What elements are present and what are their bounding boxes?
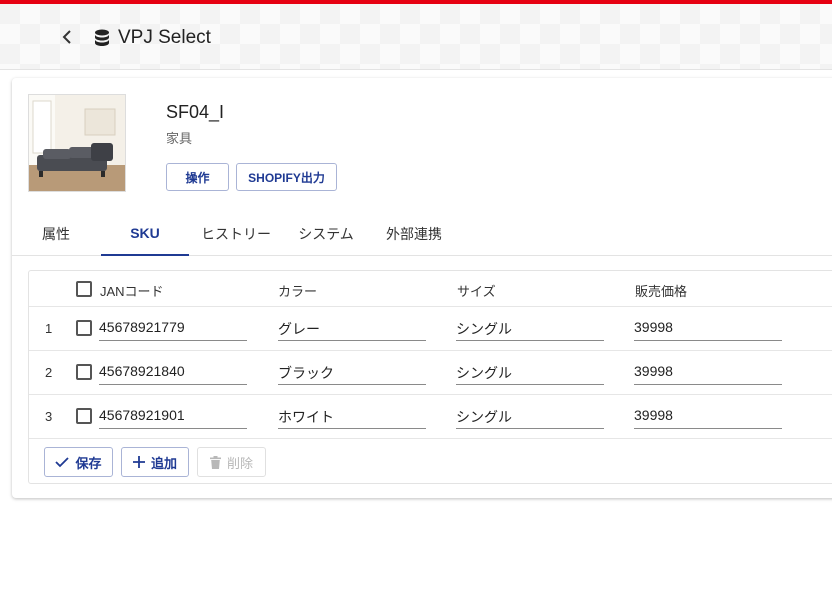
app-header: VPJ Select [0, 0, 832, 70]
header-jan: JANコード [100, 284, 164, 299]
tab-attributes[interactable]: 属性 [26, 212, 86, 256]
table-header-row: JANコード カラー サイズ 販売価格 [29, 271, 832, 307]
delete-button[interactable]: 削除 [197, 447, 266, 477]
operate-button[interactable]: 操作 [166, 163, 229, 191]
product-card: SF04_I 家具 操作 SHOPIFY出力 属性 SKU ヒストリー システム… [12, 78, 832, 498]
sku-table: JANコード カラー サイズ 販売価格 1 45678921779 グレー シン… [28, 270, 832, 484]
tab-system[interactable]: システム [292, 212, 360, 256]
save-label: 保存 [75, 455, 102, 471]
size-field[interactable]: シングル [456, 359, 604, 385]
tab-history[interactable]: ヒストリー [198, 212, 274, 256]
tab-sku[interactable]: SKU [101, 212, 189, 256]
table-row: 3 45678921901 ホワイト シングル 39998 [29, 395, 832, 439]
row-number: 3 [45, 409, 53, 424]
plus-icon [132, 456, 145, 468]
product-image[interactable] [28, 94, 126, 192]
app-title-text: VPJ Select [118, 27, 211, 48]
select-all-checkbox[interactable] [76, 281, 92, 297]
tab-external[interactable]: 外部連携 [380, 212, 448, 256]
row-number: 1 [45, 321, 53, 336]
jan-field[interactable]: 45678921779 [99, 315, 247, 341]
save-button[interactable]: 保存 [44, 447, 113, 477]
row-checkbox[interactable] [76, 408, 92, 424]
size-field[interactable]: シングル [456, 315, 604, 341]
header-size: サイズ [457, 284, 496, 299]
color-field[interactable]: グレー [278, 315, 426, 341]
add-label: 追加 [150, 455, 177, 471]
product-category: 家具 [166, 131, 193, 146]
color-field[interactable]: ホワイト [278, 403, 426, 429]
row-checkbox[interactable] [76, 364, 92, 380]
check-icon [55, 457, 70, 468]
back-button[interactable] [56, 26, 78, 48]
delete-label: 削除 [226, 455, 253, 471]
size-field[interactable]: シングル [456, 403, 604, 429]
price-field[interactable]: 39998 [634, 403, 782, 429]
table-row: 2 45678921840 ブラック シングル 39998 [29, 351, 832, 395]
price-field[interactable]: 39998 [634, 315, 782, 341]
header-price: 販売価格 [635, 284, 688, 299]
add-button[interactable]: 追加 [121, 447, 189, 477]
trash-icon [209, 455, 221, 469]
color-field[interactable]: ブラック [278, 359, 426, 385]
table-row: 1 45678921779 グレー シングル 39998 [29, 307, 832, 351]
sofa-photo-icon [29, 95, 125, 191]
chevron-left-icon [62, 30, 71, 44]
tab-bar: 属性 SKU ヒストリー システム 外部連携 [12, 212, 832, 256]
row-number: 2 [45, 365, 53, 380]
app-title: VPJ Select [94, 26, 211, 50]
price-field[interactable]: 39998 [634, 359, 782, 385]
header-color: カラー [278, 284, 318, 299]
product-name: SF04_I [166, 102, 225, 122]
shopify-export-button[interactable]: SHOPIFY出力 [236, 163, 337, 191]
database-icon [95, 29, 109, 46]
jan-field[interactable]: 45678921901 [99, 403, 247, 429]
jan-field[interactable]: 45678921840 [99, 359, 247, 385]
row-checkbox[interactable] [76, 320, 92, 336]
